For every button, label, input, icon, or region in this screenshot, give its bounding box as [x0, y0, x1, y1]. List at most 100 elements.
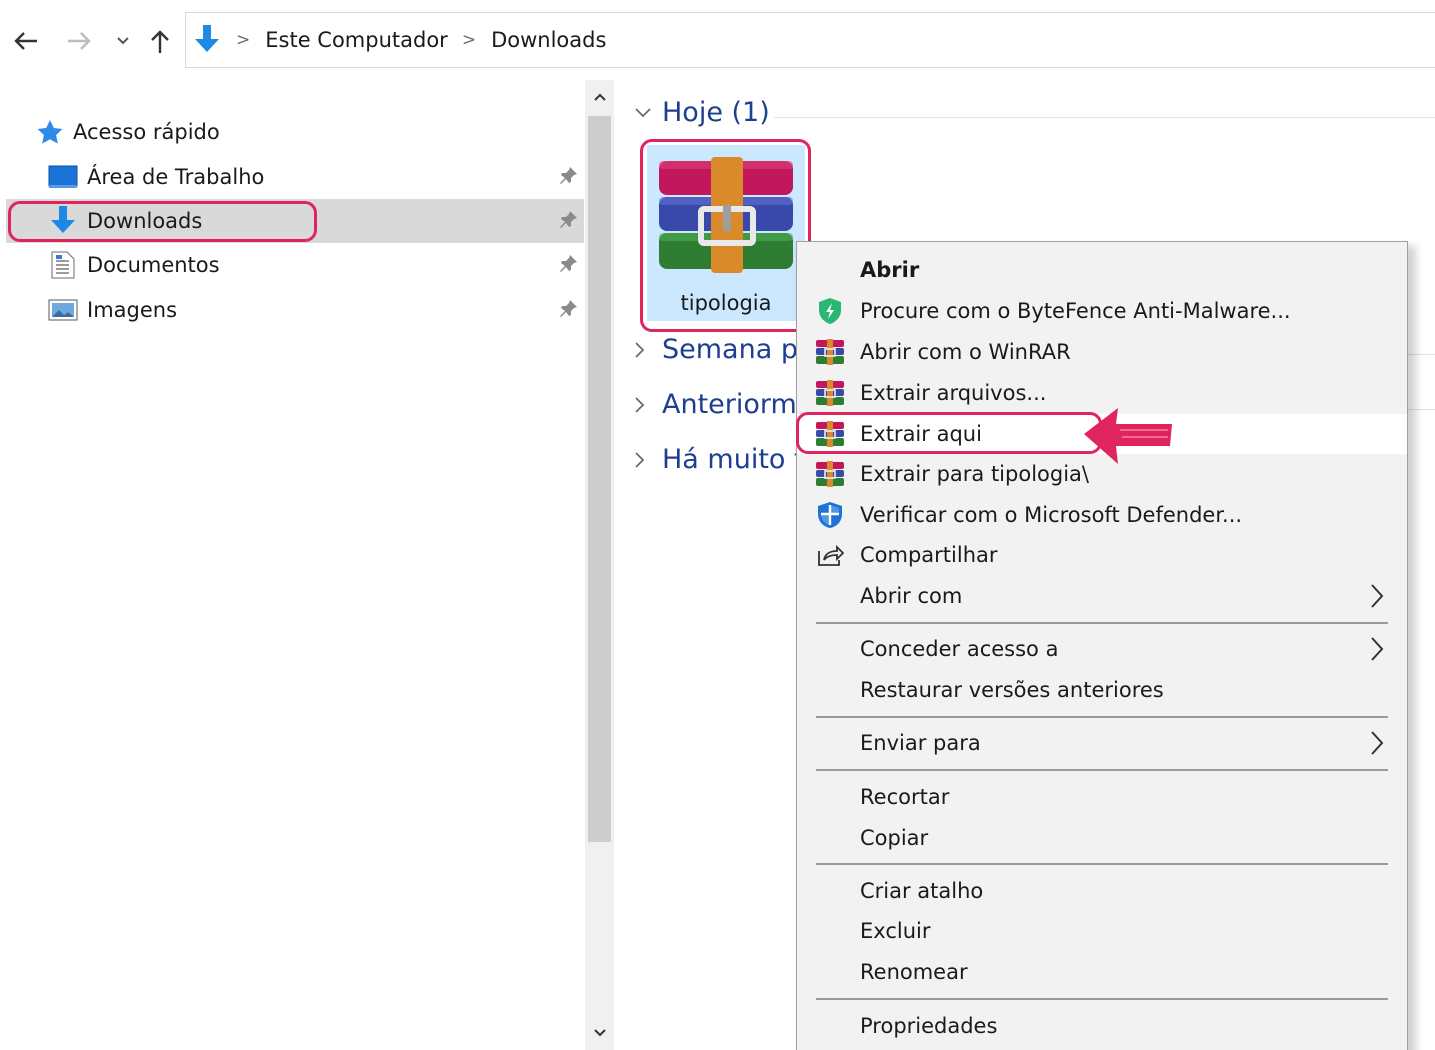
menu-item-restore-previous-versions[interactable]: Restaurar versões anteriores — [797, 670, 1407, 710]
menu-item-label: Criar atalho — [860, 879, 984, 903]
chevron-down-icon — [634, 107, 658, 119]
recent-locations-button[interactable] — [112, 22, 134, 60]
group-label: Anteriorme — [662, 389, 814, 420]
up-button[interactable] — [146, 22, 174, 60]
menu-item-share[interactable]: Compartilhar — [797, 535, 1407, 575]
address-bar[interactable]: > Este Computador > Downloads — [185, 12, 1435, 68]
group-header-earlier[interactable]: Anteriorme — [634, 389, 813, 420]
sidebar-item-desktop[interactable]: Área de Trabalho — [6, 155, 584, 199]
menu-item-defender-scan[interactable]: Verificar com o Microsoft Defender... — [797, 495, 1407, 535]
menu-item-label: Recortar — [860, 785, 950, 809]
context-menu: Abrir Procure com o ByteFence Anti-Malwa… — [796, 241, 1408, 1050]
menu-item-give-access-to[interactable]: Conceder acesso a — [797, 629, 1407, 669]
arrow-up-icon — [151, 30, 169, 53]
menu-item-open-with[interactable]: Abrir com — [797, 576, 1407, 616]
menu-item-label: Excluir — [860, 919, 931, 943]
group-label: Semana pa — [662, 334, 815, 365]
pin-icon[interactable] — [558, 299, 578, 324]
menu-item-label: Verificar com o Microsoft Defender... — [860, 503, 1243, 527]
group-header-today[interactable]: Hoje (1) — [634, 97, 770, 128]
menu-item-send-to[interactable]: Enviar para — [797, 723, 1407, 763]
breadcrumb-separator: > — [236, 30, 251, 50]
share-icon — [815, 541, 845, 569]
defender-shield-icon — [815, 501, 845, 529]
breadcrumb-separator: > — [461, 30, 477, 50]
menu-item-label: Abrir com o WinRAR — [860, 340, 1071, 364]
annotation-highlight-extract-here — [796, 412, 1102, 454]
menu-item-label: Copiar — [860, 826, 929, 850]
group-header-this-week[interactable]: Semana pa — [634, 334, 815, 365]
submenu-arrow-icon — [1369, 635, 1385, 668]
arrow-left-icon — [14, 32, 37, 50]
menu-item-bytefence-scan[interactable]: Procure com o ByteFence Anti-Malware... — [797, 291, 1407, 331]
menu-item-label: Propriedades — [860, 1014, 998, 1038]
winrar-icon — [815, 338, 845, 366]
menu-separator — [816, 622, 1388, 624]
document-icon — [51, 251, 75, 279]
menu-separator — [816, 769, 1388, 771]
menu-item-label: Enviar para — [860, 731, 981, 755]
scroll-up-button[interactable] — [585, 80, 614, 114]
menu-separator — [816, 716, 1388, 718]
menu-item-label: Extrair arquivos... — [860, 381, 1047, 405]
menu-item-cut[interactable]: Recortar — [797, 777, 1407, 817]
desktop-icon — [48, 165, 78, 189]
breadcrumb-downloads[interactable]: Downloads — [491, 28, 606, 52]
sidebar-item-documents[interactable]: Documentos — [6, 243, 584, 287]
submenu-arrow-icon — [1369, 729, 1385, 762]
group-label: Hoje (1) — [662, 97, 770, 128]
sidebar-item-pictures[interactable]: Imagens — [6, 288, 584, 332]
group-label: Há muito t — [662, 444, 805, 475]
chevron-up-icon — [593, 93, 606, 101]
breadcrumb-este-computador[interactable]: Este Computador — [265, 28, 448, 52]
menu-separator — [816, 998, 1388, 1000]
chevron-right-icon — [634, 396, 658, 414]
annotation-highlight-downloads — [8, 201, 317, 242]
chevron-down-icon — [593, 1029, 606, 1037]
sidebar-item-label: Imagens — [87, 298, 178, 322]
sidebar-item-label: Área de Trabalho — [87, 165, 265, 189]
winrar-icon — [815, 379, 845, 407]
menu-separator — [816, 863, 1388, 865]
back-button[interactable] — [8, 22, 44, 60]
menu-item-open[interactable]: Abrir — [797, 250, 1407, 290]
sidebar-item-label: Acesso rápido — [73, 120, 220, 144]
menu-item-label: Compartilhar — [860, 543, 998, 567]
sidebar-item-label: Documentos — [87, 253, 220, 277]
pin-icon[interactable] — [558, 166, 578, 191]
download-icon — [192, 24, 222, 56]
menu-item-label: Abrir com — [860, 584, 963, 608]
sidebar-item-quick-access[interactable]: Acesso rápido — [6, 110, 584, 154]
chevron-right-icon — [634, 341, 658, 359]
menu-item-rename[interactable]: Renomear — [797, 952, 1407, 992]
menu-item-copy[interactable]: Copiar — [797, 818, 1407, 858]
star-icon — [36, 119, 64, 145]
winrar-icon — [815, 460, 845, 488]
arrow-right-icon — [68, 32, 91, 50]
submenu-arrow-icon — [1369, 582, 1385, 615]
scrollbar-thumb[interactable] — [588, 116, 611, 842]
menu-item-label: Abrir — [860, 258, 920, 282]
menu-item-open-with-winrar[interactable]: Abrir com o WinRAR — [797, 332, 1407, 372]
menu-item-properties[interactable]: Propriedades — [797, 1006, 1407, 1046]
menu-item-label: Conceder acesso a — [860, 637, 1059, 661]
menu-item-label: Extrair para tipologia\ — [860, 462, 1089, 486]
group-header-long-ago[interactable]: Há muito t — [634, 444, 805, 475]
menu-item-create-shortcut[interactable]: Criar atalho — [797, 871, 1407, 911]
forward-button[interactable] — [64, 22, 94, 60]
chevron-right-icon — [634, 451, 658, 469]
group-divider — [774, 117, 1435, 118]
bytefence-shield-icon — [815, 297, 845, 325]
annotation-arrow-icon — [1080, 404, 1176, 472]
navigation-pane-scrollbar[interactable] — [585, 80, 614, 1050]
scroll-down-button[interactable] — [585, 1016, 614, 1050]
pin-icon[interactable] — [558, 210, 578, 235]
chevron-down-icon — [117, 37, 129, 45]
menu-item-label: Restaurar versões anteriores — [860, 678, 1164, 702]
pin-icon[interactable] — [558, 254, 578, 279]
pictures-icon — [48, 299, 78, 321]
annotation-highlight-file — [640, 139, 811, 332]
menu-item-label: Procure com o ByteFence Anti-Malware... — [860, 299, 1291, 323]
menu-item-delete[interactable]: Excluir — [797, 911, 1407, 951]
menu-item-label: Renomear — [860, 960, 968, 984]
